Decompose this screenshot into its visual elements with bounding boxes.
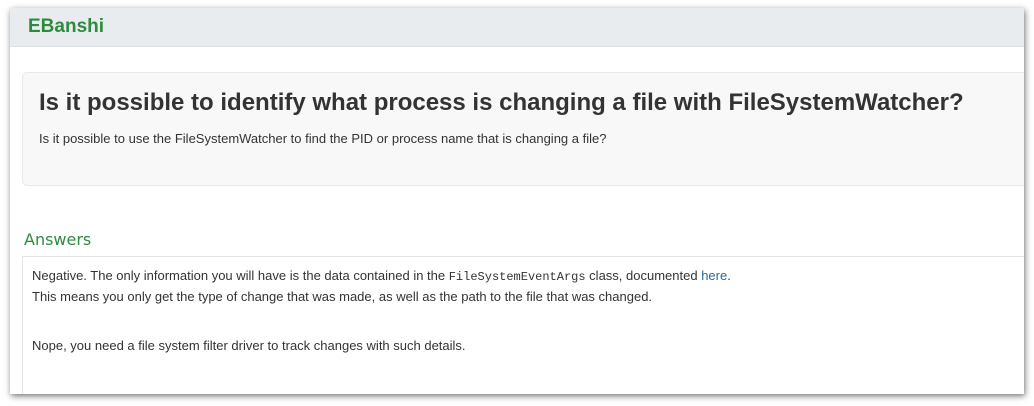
answer-text: Negative. The only information you will … [32, 268, 449, 283]
answers-heading: Answers [24, 230, 92, 249]
answer-item: Negative. The only information you will … [32, 266, 731, 307]
answer-line: Negative. The only information you will … [32, 266, 731, 287]
brand-logo-link[interactable]: EBanshi [28, 16, 104, 38]
answer-text: class, documented [585, 268, 702, 283]
page-frame: EBanshi Is it possible to identify what … [10, 8, 1024, 394]
answer-line: Nope, you need a file system filter driv… [32, 338, 466, 353]
answer-item: Nope, you need a file system filter driv… [32, 336, 466, 356]
top-navbar: EBanshi [10, 8, 1024, 47]
documentation-link[interactable]: here [701, 268, 727, 283]
answers-list: Negative. The only information you will … [22, 256, 1024, 394]
question-body: Is it possible to use the FileSystemWatc… [39, 131, 607, 146]
question-panel: Is it possible to identify what process … [22, 72, 1024, 186]
question-title: Is it possible to identify what process … [39, 89, 964, 116]
answer-text: . [727, 268, 731, 283]
code-inline: FileSystemEventArgs [448, 270, 586, 284]
answer-line: This means you only get the type of chan… [32, 289, 653, 304]
